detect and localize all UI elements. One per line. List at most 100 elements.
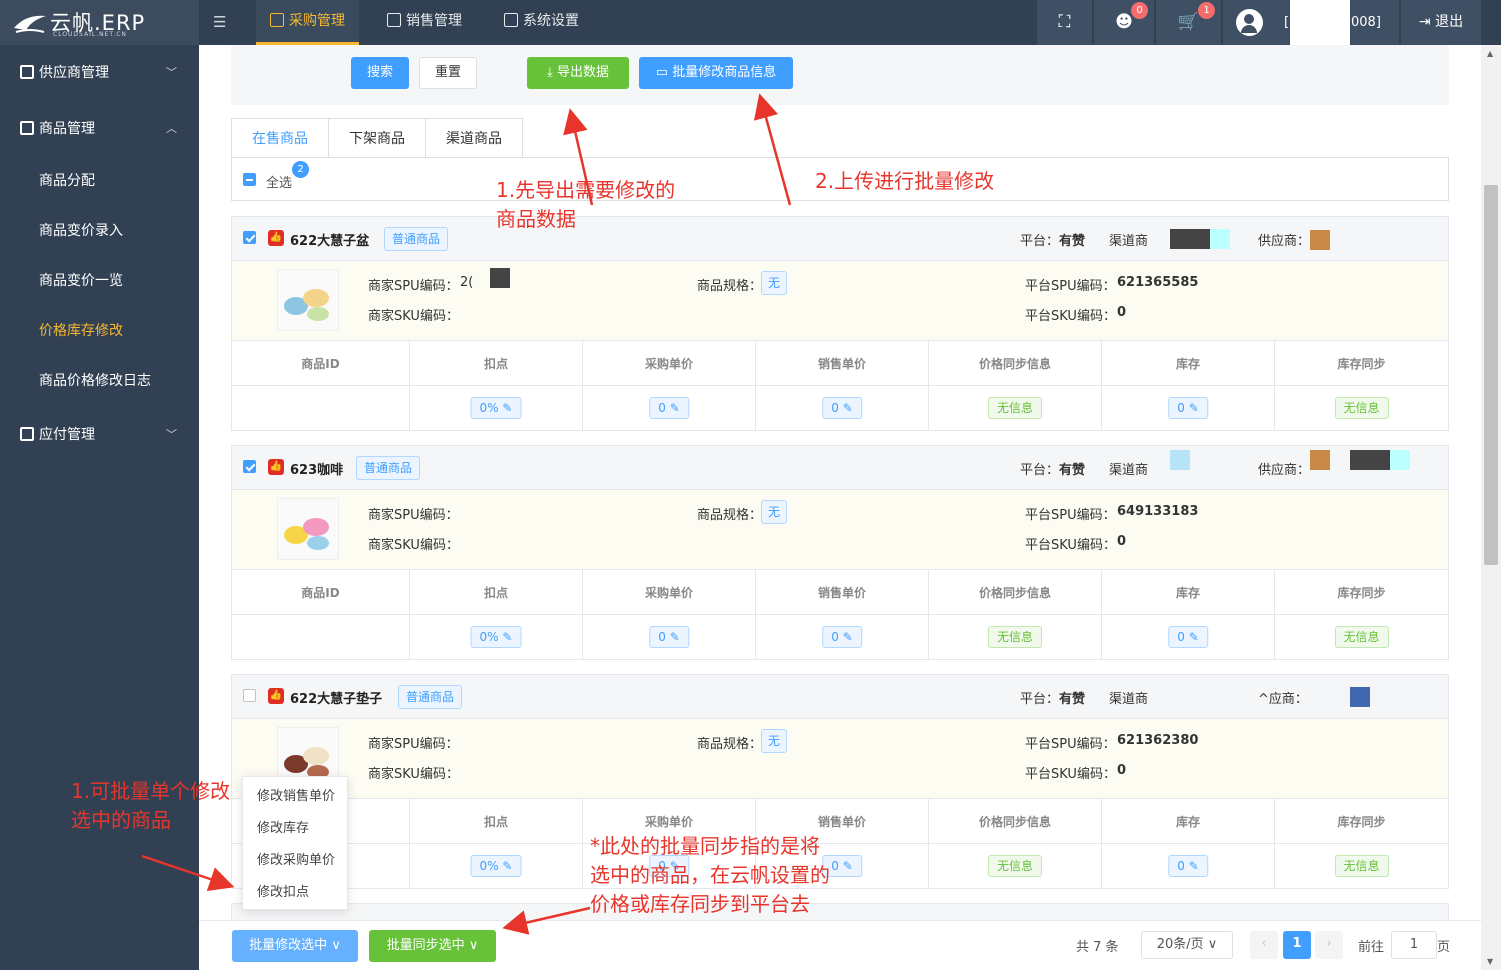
logo-domain: CLOUDSAIL.NET.CN (53, 31, 127, 38)
batch-edit-dropdown: 修改销售单价 修改库存 修改采购单价 修改扣点 (242, 776, 348, 910)
product-card: 👍 622大慧子盆 普通商品 平台： 有赞 渠道商 供应商： 商家SPU编码： 2(商家SKU编… (231, 216, 1449, 431)
select-all-checkbox[interactable] (243, 173, 256, 188)
batch-edit-button[interactable]: ▭ 批量修改商品信息 (639, 57, 793, 89)
scrollbar-thumb[interactable] (1484, 185, 1498, 565)
stock-value[interactable]: 0 ✎ (1168, 626, 1208, 648)
purchase-price-value[interactable]: 0 ✎ (649, 626, 689, 648)
selected-count-badge: 2 (292, 161, 309, 178)
thumbs-up-icon: 👍 (268, 688, 284, 704)
stock-value[interactable]: 0 ✎ (1168, 397, 1208, 419)
stock-sync-value[interactable]: 无信息 (1334, 855, 1389, 877)
grid-column: 价格同步信息 无信息 (929, 569, 1102, 659)
sidebar-item-allocation[interactable]: 商品分配 (0, 161, 199, 201)
nav-purchase[interactable]: 采购管理 (256, 0, 359, 45)
column-header: 库存同步 (1275, 340, 1448, 386)
product-checkbox[interactable] (243, 689, 256, 704)
menu-item-edit-purchase-price[interactable]: 修改采购单价 (243, 845, 347, 877)
stock-value[interactable]: 0 ✎ (1168, 855, 1208, 877)
folder-icon: ▭ (655, 65, 669, 80)
batch-edit-selected-button[interactable]: 批量修改选中 ∨ (232, 930, 358, 962)
nav-sales[interactable]: 销售管理 (373, 0, 476, 45)
sidebar-item-price-list[interactable]: 商品变价一览 (0, 261, 199, 301)
batch-sync-selected-button[interactable]: 批量同步选中 ∨ (369, 930, 496, 962)
column-header: 商品ID (232, 340, 409, 386)
edit-icon: ✎ (842, 630, 853, 644)
settings-icon (504, 13, 518, 27)
select-all-label: 全选 (266, 176, 293, 191)
column-header: 采购单价 (583, 340, 755, 386)
users-icon: ☻ (1115, 12, 1133, 32)
page-size-select[interactable]: 20条/页 ∨ (1141, 931, 1233, 959)
stock-sync-value[interactable]: 无信息 (1334, 397, 1389, 419)
product-image (277, 269, 339, 331)
fullscreen-button[interactable]: ⛶ (1037, 0, 1092, 45)
cart-button[interactable]: 🛒 1 (1156, 0, 1221, 45)
fullscreen-icon: ⛶ (1058, 12, 1071, 32)
tab-on-sale[interactable]: 在售商品 (231, 118, 329, 158)
export-button[interactable]: ⤓ 导出数据 (527, 57, 629, 89)
nav-settings[interactable]: 系统设置 (490, 0, 593, 45)
page-unit-label: 页 (1437, 940, 1451, 955)
top-bar: 云帆.ERP CLOUDSAIL.NET.CN ☰ 采购管理 销售管理 系统设置… (0, 0, 1501, 46)
sidebar-item-price-stock-edit[interactable]: 价格库存修改 (0, 311, 199, 351)
product-name: 622大慧子垫子 (290, 692, 383, 707)
sidebar-group-payable[interactable]: 应付管理 ﹀ (0, 415, 199, 455)
supplier-label: 供应商： (1258, 463, 1311, 478)
price-sync-value[interactable]: 无信息 (987, 626, 1043, 648)
sidebar-group-goods[interactable]: 商品管理 ︿ (0, 109, 199, 149)
product-checkbox[interactable] (243, 231, 256, 246)
sidebar-item-price-log[interactable]: 商品价格修改日志 (0, 361, 199, 401)
sale-price-value[interactable]: 0 ✎ (822, 397, 862, 419)
next-page-button[interactable]: › (1315, 931, 1343, 959)
thumbs-up-icon: 👍 (268, 459, 284, 475)
merchant-sku-label: 商家SKU编码： (368, 538, 459, 553)
grid-column: 库存 0 ✎ (1102, 340, 1275, 430)
page-1-button[interactable]: 1 (1283, 931, 1311, 959)
tab-off-shelf[interactable]: 下架商品 (328, 118, 426, 158)
notification-button[interactable]: ☻ 0 (1094, 0, 1154, 45)
sale-price-value[interactable]: 0 ✎ (822, 626, 862, 648)
logo[interactable]: 云帆.ERP CLOUDSAIL.NET.CN (0, 0, 199, 45)
chevron-down-icon: ﹀ (166, 66, 177, 79)
scroll-up-icon[interactable]: ▲ (1487, 49, 1493, 58)
annotation-upload: 2.上传进行批量修改 (815, 169, 995, 193)
grid-column: 价格同步信息 无信息 (929, 798, 1102, 888)
platform-label: 平台： (1020, 692, 1060, 707)
column-header: 扣点 (410, 340, 582, 386)
price-sync-value[interactable]: 无信息 (987, 855, 1043, 877)
logout-button[interactable]: ⇥ 退出 (1401, 0, 1481, 45)
grid-column: 库存 0 ✎ (1102, 798, 1275, 888)
discount-value[interactable]: 0% ✎ (470, 855, 522, 877)
product-checkbox[interactable] (243, 460, 256, 475)
stock-sync-value[interactable]: 无信息 (1334, 626, 1389, 648)
platform-sku-value: 0 (1117, 763, 1127, 778)
product-card-header: 👍 622大慧子垫子 普通商品 平台： 有赞 渠道商 ^应商： (232, 675, 1448, 719)
menu-item-edit-stock[interactable]: 修改库存 (243, 813, 347, 845)
user-menu[interactable]: [ 008] (1223, 0, 1399, 46)
scroll-down-icon[interactable]: ▼ (1487, 957, 1493, 966)
purchase-price-value[interactable]: 0 ✎ (649, 397, 689, 419)
discount-value[interactable]: 0% ✎ (470, 397, 522, 419)
column-header: 采购单价 (583, 569, 755, 615)
goto-page-input[interactable]: 1 (1391, 931, 1437, 959)
discount-value[interactable]: 0% ✎ (470, 626, 522, 648)
sidebar-item-price-entry[interactable]: 商品变价录入 (0, 211, 199, 251)
menu-item-edit-discount[interactable]: 修改扣点 (243, 877, 347, 909)
sidebar-group-supplier[interactable]: 供应商管理 ﹀ (0, 53, 199, 93)
grid-column: 销售单价 0 ✎ (756, 569, 929, 659)
merchant-sku-label: 商家SKU编码： (368, 767, 459, 782)
menu-item-edit-sale-price[interactable]: 修改销售单价 (243, 781, 347, 813)
prev-page-button[interactable]: ‹ (1250, 931, 1278, 959)
grid-column: 商品ID (232, 340, 410, 430)
price-sync-value[interactable]: 无信息 (987, 397, 1043, 419)
tab-channel[interactable]: 渠道商品 (425, 118, 523, 158)
supplier-label: 供应商： (1258, 234, 1311, 249)
search-button[interactable]: 搜索 (351, 57, 409, 89)
spec-tag: 无 (761, 500, 788, 524)
reset-button[interactable]: 重置 (419, 57, 477, 89)
scrollbar[interactable]: ▲ ▼ (1481, 45, 1501, 970)
edit-icon: ✎ (1188, 630, 1199, 644)
menu-toggle-icon[interactable]: ☰ (213, 13, 226, 31)
platform-spu-value: 649133183 (1117, 504, 1199, 519)
redacted-block (490, 268, 510, 288)
